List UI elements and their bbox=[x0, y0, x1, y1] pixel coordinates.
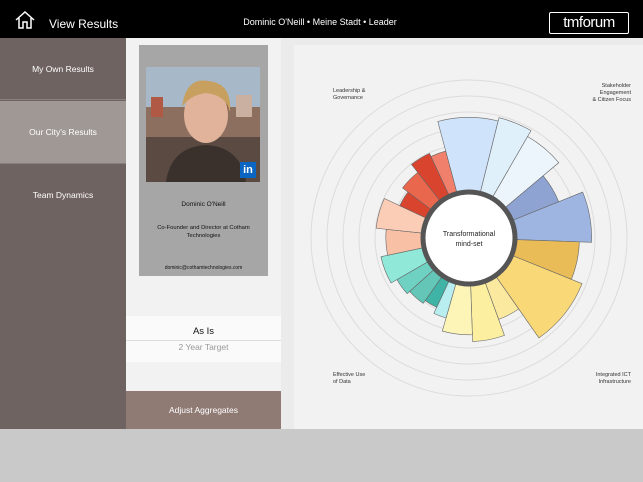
linkedin-icon[interactable]: in bbox=[240, 162, 256, 178]
adjust-aggregates-button[interactable]: Adjust Aggregates bbox=[126, 391, 281, 429]
legend-2-year-target[interactable]: 2 Year Target bbox=[126, 342, 281, 352]
sidebar-item-our-citys-results[interactable]: Our City's Results bbox=[0, 101, 126, 163]
sidebar: My Own Results Our City's Results Team D… bbox=[0, 38, 126, 429]
chart-area: Leadership & Governance Stakeholder Engage… bbox=[281, 38, 643, 429]
sidebar-item-label: Our City's Results bbox=[29, 127, 97, 137]
sidebar-item-label: My Own Results bbox=[32, 63, 94, 74]
profile-email[interactable]: dominic@cothamtechnologies.com bbox=[139, 265, 268, 271]
bottom-bar bbox=[0, 429, 643, 482]
user-context: Dominic O'Neill • Meine Stadt • Leader bbox=[243, 17, 397, 27]
profile-card: in Dominic O'Neill Co-Founder and Direct… bbox=[139, 45, 268, 276]
top-bar: View Results Dominic O'Neill • Meine Sta… bbox=[0, 0, 643, 38]
page-title: View Results bbox=[49, 17, 119, 31]
sidebar-item-team-dynamics[interactable]: Team Dynamics bbox=[0, 163, 126, 225]
legend: As Is 2 Year Target bbox=[126, 316, 281, 362]
legend-as-is[interactable]: As Is bbox=[126, 326, 281, 337]
center-hub bbox=[420, 189, 518, 287]
chart-panel: Leadership & Governance Stakeholder Engage… bbox=[294, 45, 643, 429]
profile-photo: in bbox=[146, 67, 260, 182]
center-label: Transformational bbox=[443, 231, 496, 238]
profile-job-title: Co-Founder and Director at Cotham Techno… bbox=[157, 225, 250, 239]
sidebar-item-label: Team Dynamics bbox=[32, 189, 94, 200]
divider bbox=[126, 340, 281, 341]
home-icon[interactable] bbox=[14, 10, 36, 30]
sidebar-item-my-own-results[interactable]: My Own Results bbox=[0, 38, 126, 100]
polar-chart: Transformational mind-set bbox=[310, 79, 628, 397]
center-label: mind-set bbox=[456, 241, 483, 248]
tmforum-logo: tmforum bbox=[549, 12, 629, 34]
profile-column: in Dominic O'Neill Co-Founder and Direct… bbox=[126, 38, 281, 429]
profile-name: Dominic O'Neill bbox=[181, 201, 226, 208]
